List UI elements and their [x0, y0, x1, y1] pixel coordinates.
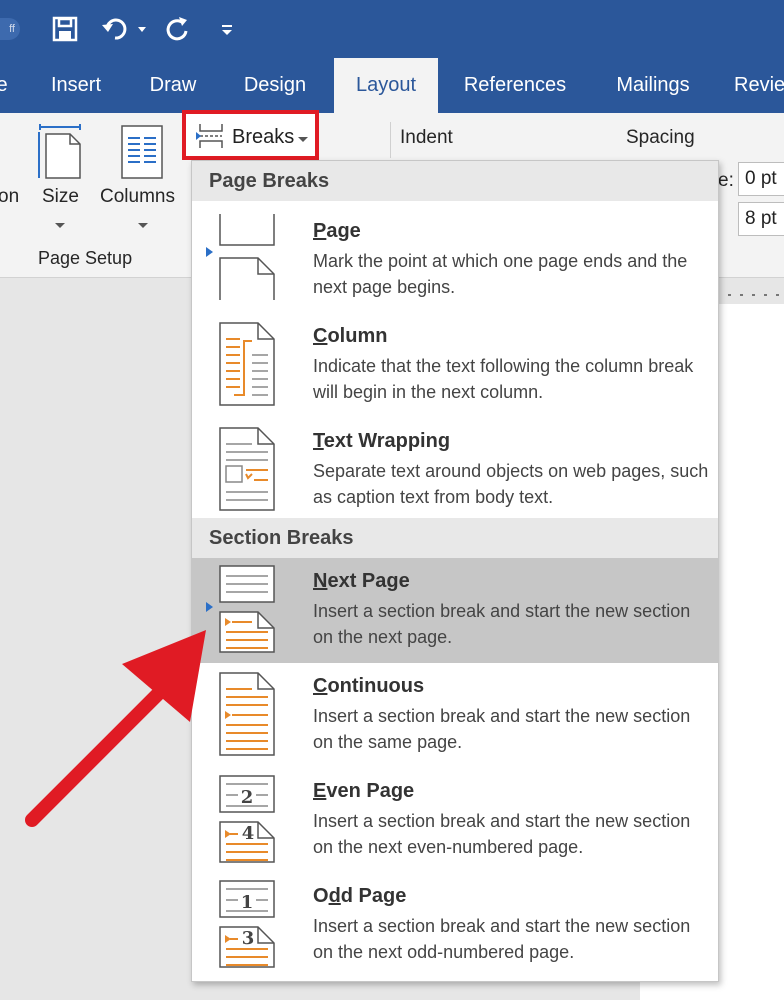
- tab-references[interactable]: References: [458, 58, 572, 113]
- section-breaks-header: Section Breaks: [192, 518, 718, 558]
- tab-insert[interactable]: Insert: [40, 58, 112, 113]
- svg-text:1: 1: [241, 892, 254, 913]
- svg-text:3: 3: [242, 928, 255, 949]
- breaks-icon: [196, 124, 223, 148]
- spacing-before-input[interactable]: 0 pt: [738, 162, 784, 196]
- menu-item-title: Even Page: [313, 780, 415, 802]
- menu-item-continuous[interactable]: Continuous Insert a section break and st…: [192, 663, 718, 768]
- undo-dropdown-icon[interactable]: [134, 12, 150, 46]
- undo-icon[interactable]: [98, 12, 132, 46]
- menu-item-title: Page: [313, 220, 361, 242]
- customize-qat-icon[interactable]: [218, 12, 236, 46]
- size-caret-icon: [55, 223, 65, 228]
- menu-item-title: Odd Page: [313, 885, 407, 907]
- menu-item-description: Insert a section break and start the new…: [313, 916, 691, 962]
- tab-draw[interactable]: Draw: [140, 58, 206, 113]
- menu-item-description: Mark the point at which one page ends an…: [313, 251, 688, 297]
- menu-item-page[interactable]: Page Mark the point at which one page en…: [192, 208, 718, 313]
- menu-item-title: Column: [313, 325, 388, 347]
- spacing-before-label: e:: [718, 170, 734, 191]
- svg-text:4: 4: [242, 823, 255, 844]
- menu-item-column[interactable]: Column Indicate that the text following …: [192, 313, 718, 418]
- tab-layout[interactable]: Layout: [334, 58, 438, 113]
- tab-mailings[interactable]: Mailings: [604, 58, 702, 113]
- menu-item-title: Continuous: [313, 675, 425, 697]
- repeat-icon[interactable]: [160, 12, 194, 46]
- menu-item-description: Insert a section break and start the new…: [313, 811, 691, 857]
- continuous-break-icon: [219, 672, 275, 756]
- text-wrapping-break-icon: [219, 427, 275, 511]
- menu-item-description: Indicate that the text following the col…: [313, 356, 694, 402]
- size-label: Size: [42, 186, 79, 207]
- breaks-button[interactable]: Breaks: [182, 110, 319, 160]
- menu-item-description: Insert a section break and start the new…: [313, 601, 691, 647]
- breaks-label: Breaks: [232, 126, 295, 148]
- menu-item-odd-page[interactable]: 1 3 Odd Page Insert a section break and …: [192, 873, 718, 978]
- breaks-dropdown-menu: Page Breaks Page Mark the point at which…: [191, 160, 719, 982]
- tab-review[interactable]: Revie: [734, 58, 784, 113]
- group-separator: [390, 122, 391, 158]
- next-page-break-icon: [219, 565, 275, 653]
- ribbon-tabs: e Insert Draw Design Layout References M…: [0, 58, 784, 113]
- orientation-button[interactable]: on: [0, 186, 19, 208]
- menu-item-title: Next Page: [313, 570, 410, 592]
- menu-item-even-page[interactable]: 2 4 Even Page Insert a section break and…: [192, 768, 718, 873]
- tab-design[interactable]: Design: [236, 58, 314, 113]
- svg-text:2: 2: [241, 787, 254, 808]
- spacing-after-input[interactable]: 8 pt: [738, 202, 784, 236]
- autosave-toggle[interactable]: ff: [0, 18, 20, 40]
- title-bar: ff: [0, 0, 784, 58]
- columns-label: Columns: [100, 186, 175, 207]
- autosave-label: ff: [9, 23, 15, 35]
- page-breaks-header: Page Breaks: [192, 161, 718, 201]
- menu-item-description: Separate text around objects on web page…: [313, 461, 709, 507]
- even-page-break-icon: 2 4: [219, 775, 275, 863]
- columns-caret-icon: [138, 223, 148, 228]
- page-setup-group-label: Page Setup: [38, 248, 133, 268]
- odd-page-break-icon: 1 3: [219, 880, 275, 968]
- size-icon: [38, 124, 81, 179]
- spacing-label: Spacing: [626, 127, 695, 148]
- indent-label: Indent: [400, 127, 453, 148]
- breaks-caret-icon: [298, 137, 308, 142]
- save-icon[interactable]: [48, 12, 82, 46]
- menu-item-description: Insert a section break and start the new…: [313, 706, 691, 752]
- menu-item-next-page[interactable]: Next Page Insert a section break and sta…: [192, 558, 718, 663]
- menu-item-text-wrapping[interactable]: Text Wrapping Separate text around objec…: [192, 418, 718, 523]
- page-break-icon: [219, 214, 275, 300]
- columns-icon: [121, 125, 163, 179]
- menu-item-title: Text Wrapping: [313, 430, 451, 452]
- tab-home[interactable]: e: [0, 58, 10, 113]
- column-break-icon: [219, 322, 275, 406]
